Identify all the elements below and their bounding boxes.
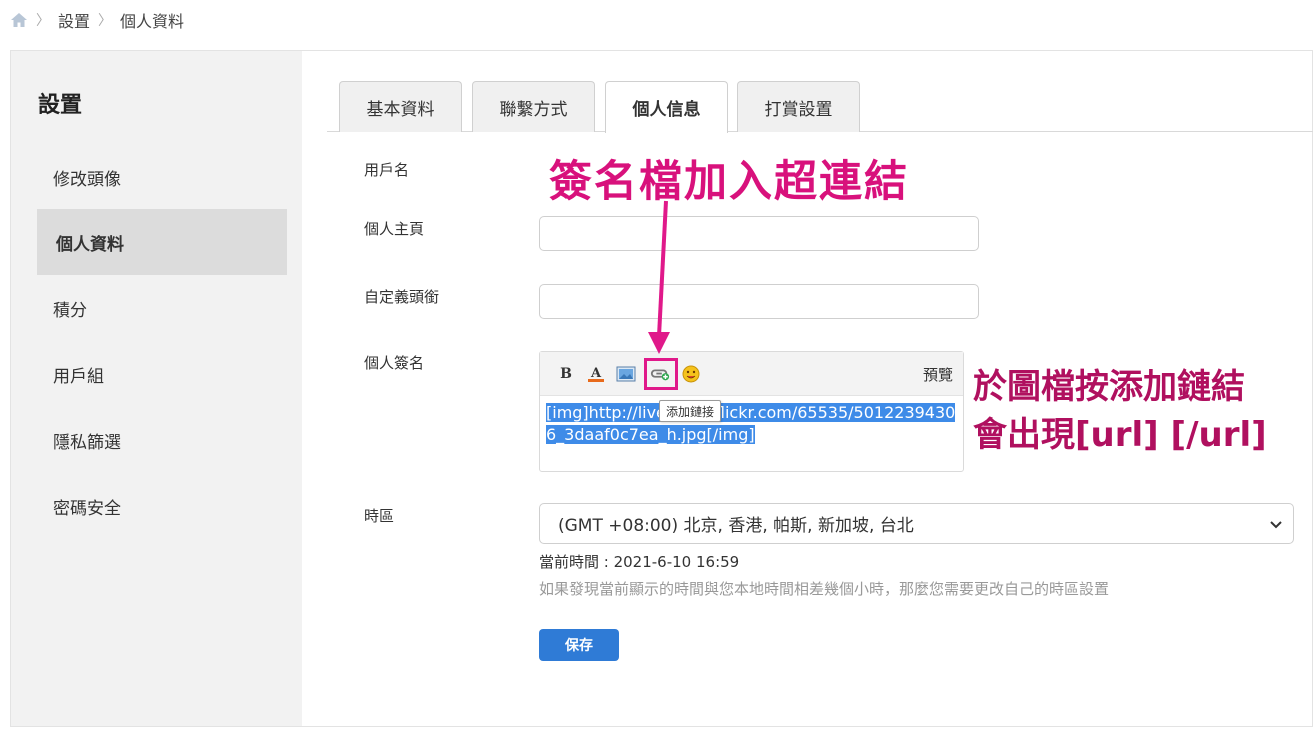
homepage-label: 個人主頁 bbox=[364, 220, 425, 238]
editor-toolbar: B A 預覽 bbox=[540, 352, 963, 396]
home-icon[interactable] bbox=[10, 11, 28, 29]
preview-button[interactable]: 預覽 bbox=[923, 364, 953, 385]
signature-label: 個人簽名 bbox=[364, 354, 425, 372]
signature-editor: B A 預覽 添加鏈接 [img]http://live.staticflick… bbox=[539, 351, 964, 472]
chevron-down-icon bbox=[1269, 516, 1283, 530]
breadcrumb-separator: 〉 bbox=[98, 13, 113, 29]
username-label: 用戶名 bbox=[364, 161, 410, 179]
sidebar-item-privacy[interactable]: 隱私篩選 bbox=[37, 407, 287, 473]
tab-bar: 基本資料 聯繫方式 個人信息 打賞設置 bbox=[327, 81, 1313, 133]
breadcrumb-separator: 〉 bbox=[36, 13, 50, 29]
link-button-highlight bbox=[644, 358, 678, 390]
annotation-note-line2: 會出現[url] [/url] bbox=[973, 415, 1267, 455]
annotation-title: 簽名檔加入超連結 bbox=[549, 157, 909, 207]
breadcrumb-item-settings[interactable]: 設置 bbox=[58, 8, 90, 32]
bold-icon[interactable]: B bbox=[556, 364, 576, 384]
sidebar-item-usergroup[interactable]: 用戶組 bbox=[37, 341, 287, 407]
annotation-note-line1: 於圖檔按添加鏈結 bbox=[973, 367, 1245, 407]
timezone-select[interactable]: (GMT +08:00) 北京, 香港, 帕斯, 新加坡, 台北 bbox=[539, 503, 1294, 544]
homepage-input[interactable] bbox=[539, 216, 979, 251]
tab-personal-info[interactable]: 個人信息 bbox=[605, 81, 728, 133]
tab-basic-info[interactable]: 基本資料 bbox=[339, 81, 462, 132]
timezone-hint: 如果發現當前顯示的時間與您本地時間相差幾個小時，那麼您需要更改自己的時區設置 bbox=[539, 580, 1110, 598]
settings-panel: 設置 修改頭像 個人資料 積分 用戶組 隱私篩選 密碼安全 基本資料 聯繫方式 … bbox=[10, 50, 1313, 727]
image-icon[interactable] bbox=[616, 364, 636, 384]
current-time: 當前時間 : 2021-6-10 16:59 bbox=[539, 553, 740, 571]
emoji-icon[interactable] bbox=[681, 364, 701, 384]
custom-title-input[interactable] bbox=[539, 284, 979, 319]
breadcrumb-item-profile: 個人資料 bbox=[120, 12, 185, 31]
sidebar-item-password[interactable]: 密碼安全 bbox=[37, 473, 287, 539]
annotation-note: 於圖檔按添加鏈結 會出現[url] [/url] bbox=[973, 363, 1267, 459]
save-button[interactable]: 保存 bbox=[539, 629, 619, 661]
sidebar: 設置 修改頭像 個人資料 積分 用戶組 隱私篩選 密碼安全 bbox=[11, 51, 302, 726]
tab-tipping[interactable]: 打賞設置 bbox=[737, 81, 860, 132]
sidebar-item-profile[interactable]: 個人資料 bbox=[37, 209, 287, 275]
custom-title-label: 自定義頭銜 bbox=[364, 288, 440, 306]
font-color-icon[interactable]: A bbox=[586, 364, 606, 384]
breadcrumb: 〉 設置 〉 個人資料 bbox=[10, 8, 184, 32]
sidebar-title: 設置 bbox=[38, 93, 83, 118]
signature-textarea[interactable]: [img]http://live.staticflickr.com/65535/… bbox=[546, 402, 958, 446]
sidebar-item-avatar[interactable]: 修改頭像 bbox=[37, 144, 287, 210]
timezone-label: 時區 bbox=[364, 507, 395, 525]
tab-contact[interactable]: 聯繫方式 bbox=[472, 81, 595, 132]
signature-selected-text: [img]http://live.staticflickr.com/65535/… bbox=[546, 403, 956, 444]
sidebar-item-points[interactable]: 積分 bbox=[37, 275, 287, 341]
add-link-tooltip: 添加鏈接 bbox=[659, 400, 722, 422]
timezone-selected-value: (GMT +08:00) 北京, 香港, 帕斯, 新加坡, 台北 bbox=[558, 516, 914, 536]
